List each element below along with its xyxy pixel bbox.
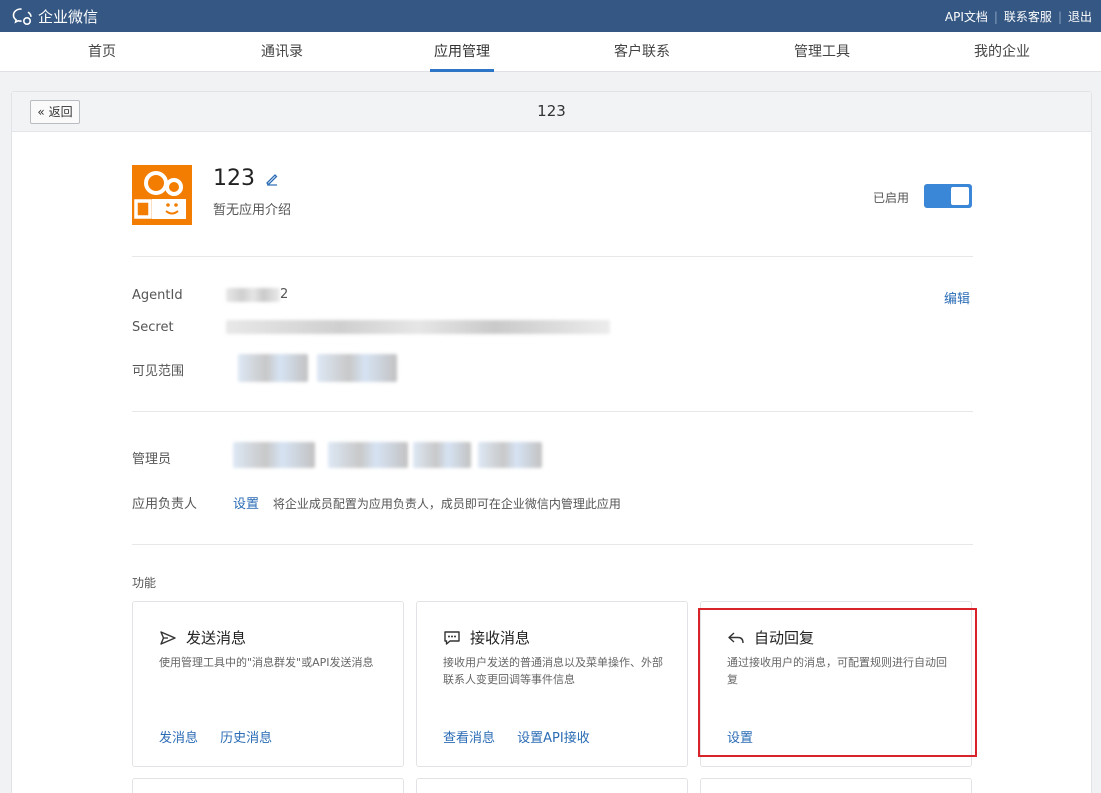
enable-toggle[interactable] (924, 184, 972, 208)
logout-link[interactable]: 退出 (1068, 8, 1092, 25)
admin-chip (413, 442, 471, 468)
main-nav: 首页 通讯录 应用管理 客户联系 管理工具 我的企业 (0, 32, 1101, 72)
visibility-chip (317, 354, 397, 382)
owner-label: 应用负责人 (132, 497, 198, 512)
divider: | (993, 9, 998, 24)
pencil-icon[interactable] (265, 172, 279, 186)
agentid-redacted (226, 288, 280, 302)
card-header: « 返回 123 (12, 92, 1091, 132)
logo[interactable]: 企业微信 (12, 6, 98, 27)
nav-home[interactable]: 首页 (42, 32, 162, 72)
nav-management-tools[interactable]: 管理工具 (762, 32, 882, 72)
admin-chip (233, 442, 315, 468)
owner-row: 设置 将企业成员配置为应用负责人，成员即可在企业微信内管理此应用 (233, 493, 621, 512)
agentid-suffix: 2 (280, 287, 289, 302)
feature-card-send-message: 发送消息 使用管理工具中的"消息群发"或API发送消息 发消息 历史消息 (132, 601, 404, 767)
owner-hint: 将企业成员配置为应用负责人，成员即可在企业微信内管理此应用 (272, 497, 621, 511)
status-label: 已启用 (873, 191, 910, 205)
api-docs-link[interactable]: API文档 (945, 8, 988, 25)
wecom-logo-icon (12, 7, 32, 25)
nav-app-management[interactable]: 应用管理 (402, 32, 522, 72)
top-bar: 企业微信 API文档 | 联系客服 | 退出 (0, 0, 1101, 32)
secret-redacted (226, 320, 610, 334)
send-icon (160, 630, 176, 645)
edit-link[interactable]: 编辑 (944, 288, 970, 307)
logo-text: 企业微信 (38, 8, 99, 26)
admin-label: 管理员 (132, 452, 172, 467)
set-api-receive-link[interactable]: 设置API接收 (517, 731, 590, 746)
send-message-link[interactable]: 发消息 (159, 731, 198, 746)
message-history-link[interactable]: 历史消息 (220, 731, 272, 746)
divider: | (1057, 9, 1062, 24)
visibility-label: 可见范围 (132, 364, 185, 379)
app-detail-card: « 返回 123 123 暂无应用介绍 已启用 AgentId 2 编辑 Sec… (11, 91, 1092, 793)
agentid-label: AgentId (132, 288, 183, 303)
feature-description: 使用管理工具中的"消息群发"或API发送消息 (159, 656, 374, 669)
admin-chip (478, 442, 542, 468)
camera-mascot-icon (134, 171, 186, 219)
divider (132, 256, 973, 257)
feature-title: 接收消息 (443, 627, 530, 648)
features-label: 功能 (132, 576, 157, 590)
secret-label: Secret (132, 320, 174, 335)
view-messages-link[interactable]: 查看消息 (443, 731, 495, 746)
app-icon[interactable] (132, 165, 192, 225)
divider (132, 544, 973, 545)
chat-icon (444, 630, 460, 645)
visibility-chip (238, 354, 308, 382)
owner-setting-link[interactable]: 设置 (233, 497, 259, 512)
divider (132, 411, 973, 412)
contact-support-link[interactable]: 联系客服 (1004, 8, 1052, 25)
nav-contacts[interactable]: 通讯录 (222, 32, 342, 72)
feature-description: 接收用户发送的普通消息以及菜单操作、外部联系人变更回调等事件信息 (443, 656, 663, 686)
feature-card-receive-message: 接收消息 接收用户发送的普通消息以及菜单操作、外部联系人变更回调等事件信息 查看… (416, 601, 688, 767)
admin-chip (328, 442, 408, 468)
feature-card (700, 778, 972, 793)
app-name: 123 (213, 166, 279, 191)
nav-my-enterprise[interactable]: 我的企业 (942, 32, 1062, 72)
feature-card (132, 778, 404, 793)
feature-title: 发送消息 (159, 627, 246, 648)
app-description: 暂无应用介绍 (213, 203, 292, 218)
highlight-box (698, 608, 977, 757)
nav-customer-contact[interactable]: 客户联系 (582, 32, 702, 72)
page-title: 123 (537, 102, 566, 120)
toggle-knob (951, 187, 969, 205)
feature-card (416, 778, 688, 793)
